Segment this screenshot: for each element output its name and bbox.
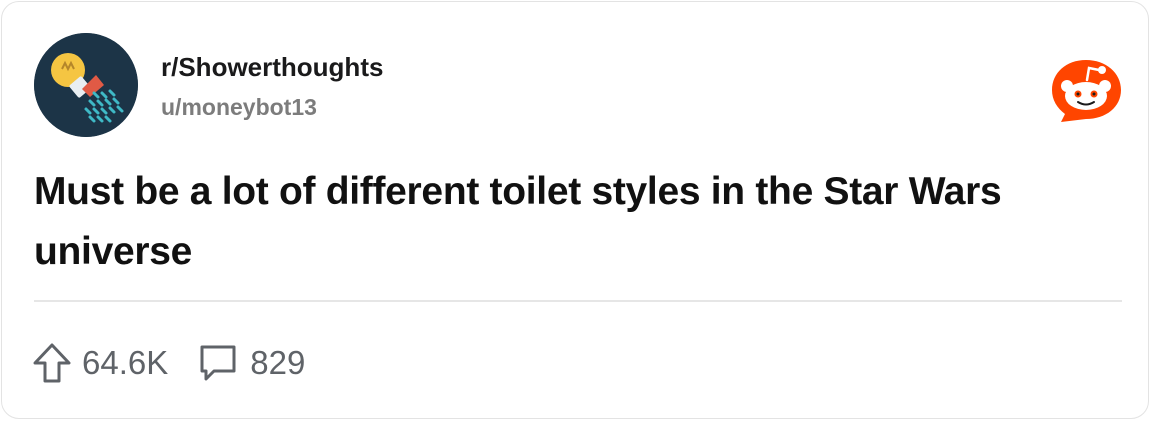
post-stats: 64.6K 829	[32, 338, 305, 388]
upvote-stat[interactable]: 64.6K	[32, 342, 168, 384]
divider	[34, 300, 1122, 302]
upvote-count: 64.6K	[82, 344, 169, 381]
subreddit-avatar[interactable]	[34, 33, 138, 137]
reddit-logo-icon[interactable]	[1049, 58, 1123, 124]
post-title[interactable]: Must be a lot of different toilet styles…	[34, 162, 1114, 282]
comment-stat[interactable]: 829	[198, 343, 305, 383]
comment-bubble-icon[interactable]	[198, 343, 238, 383]
upvote-arrow-icon[interactable]	[32, 342, 72, 384]
comment-count: 829	[250, 344, 306, 381]
author-username[interactable]: u/moneybot13	[161, 94, 317, 121]
lightbulb-shower-icon	[34, 33, 138, 137]
post-card[interactable]: r/Showerthoughts u/moneybot13 Must be a …	[1, 1, 1149, 419]
subreddit-name[interactable]: r/Showerthoughts	[161, 52, 383, 83]
